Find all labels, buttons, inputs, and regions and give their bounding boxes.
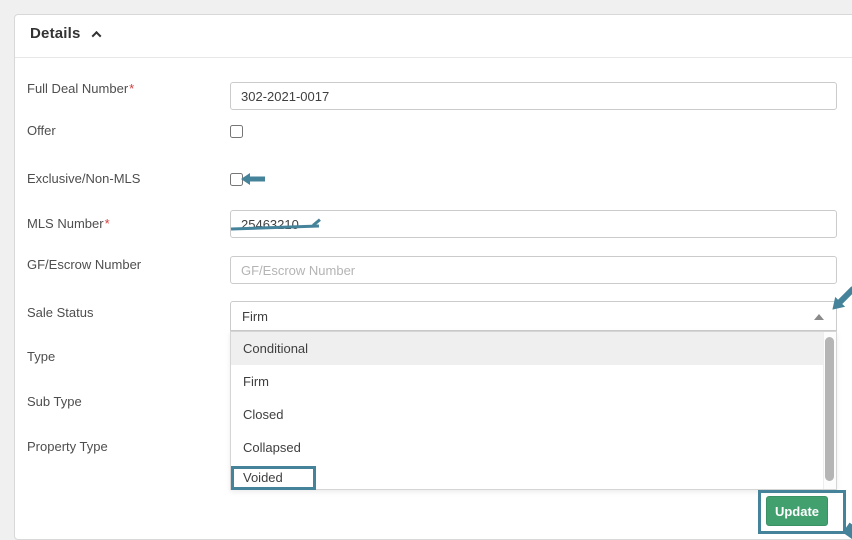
dropdown-option-conditional[interactable]: Conditional <box>231 332 836 365</box>
label-text: GF/Escrow Number <box>27 257 142 272</box>
sub-type-label: Sub Type <box>27 394 82 410</box>
section-title: Details <box>30 25 81 42</box>
label-text: Offer <box>27 123 56 138</box>
offer-label: Offer <box>27 123 56 139</box>
gf-escrow-number-label: GF/Escrow Number <box>27 257 141 273</box>
dropdown-scrollbar-track[interactable] <box>823 332 836 489</box>
dropdown-scrollbar-thumb[interactable] <box>825 337 834 481</box>
update-button[interactable]: Update <box>766 496 828 526</box>
dropdown-option-collapsed[interactable]: Collapsed <box>231 431 836 464</box>
property-type-label: Property Type <box>27 439 108 455</box>
label-text: MLS Number <box>27 216 104 231</box>
full-deal-number-input[interactable] <box>230 82 837 110</box>
option-label: Voided <box>243 470 283 485</box>
section-header[interactable]: Details <box>30 25 102 42</box>
option-label: Closed <box>243 407 284 422</box>
option-label: Collapsed <box>243 440 301 455</box>
required-asterisk: * <box>129 81 135 96</box>
label-text: Property Type <box>27 439 108 454</box>
option-label: Firm <box>243 374 269 389</box>
option-label: Conditional <box>243 341 309 356</box>
exclusive-non-mls-label: Exclusive/Non-MLS <box>27 171 140 187</box>
label-text: Sale Status <box>27 305 94 320</box>
label-text: Sub Type <box>27 394 82 409</box>
required-asterisk: * <box>104 216 110 231</box>
dropdown-option-firm[interactable]: Firm <box>231 365 836 398</box>
offer-checkbox[interactable] <box>230 125 243 138</box>
label-text: Exclusive/Non-MLS <box>27 171 141 186</box>
sale-status-select[interactable]: Firm <box>230 301 837 331</box>
mls-number-input[interactable] <box>230 210 837 238</box>
dropdown-option-voided[interactable]: Voided <box>231 464 836 491</box>
type-label: Type <box>27 349 55 365</box>
collapse-chevron-icon[interactable] <box>91 30 102 41</box>
gf-escrow-number-input[interactable] <box>230 256 837 284</box>
caret-up-icon[interactable] <box>814 314 824 320</box>
exclusive-non-mls-checkbox[interactable] <box>230 173 243 186</box>
dropdown-option-closed[interactable]: Closed <box>231 398 836 431</box>
sale-status-label: Sale Status <box>27 305 94 321</box>
full-deal-number-label: Full Deal Number* <box>27 81 134 97</box>
mls-number-label: MLS Number* <box>27 216 110 232</box>
label-text: Full Deal Number <box>27 81 129 96</box>
sale-status-dropdown-list: Conditional Firm Closed Collapsed Voided <box>230 331 837 490</box>
sale-status-selected-value: Firm <box>242 309 268 324</box>
header-divider <box>15 57 852 58</box>
label-text: Type <box>27 349 56 364</box>
